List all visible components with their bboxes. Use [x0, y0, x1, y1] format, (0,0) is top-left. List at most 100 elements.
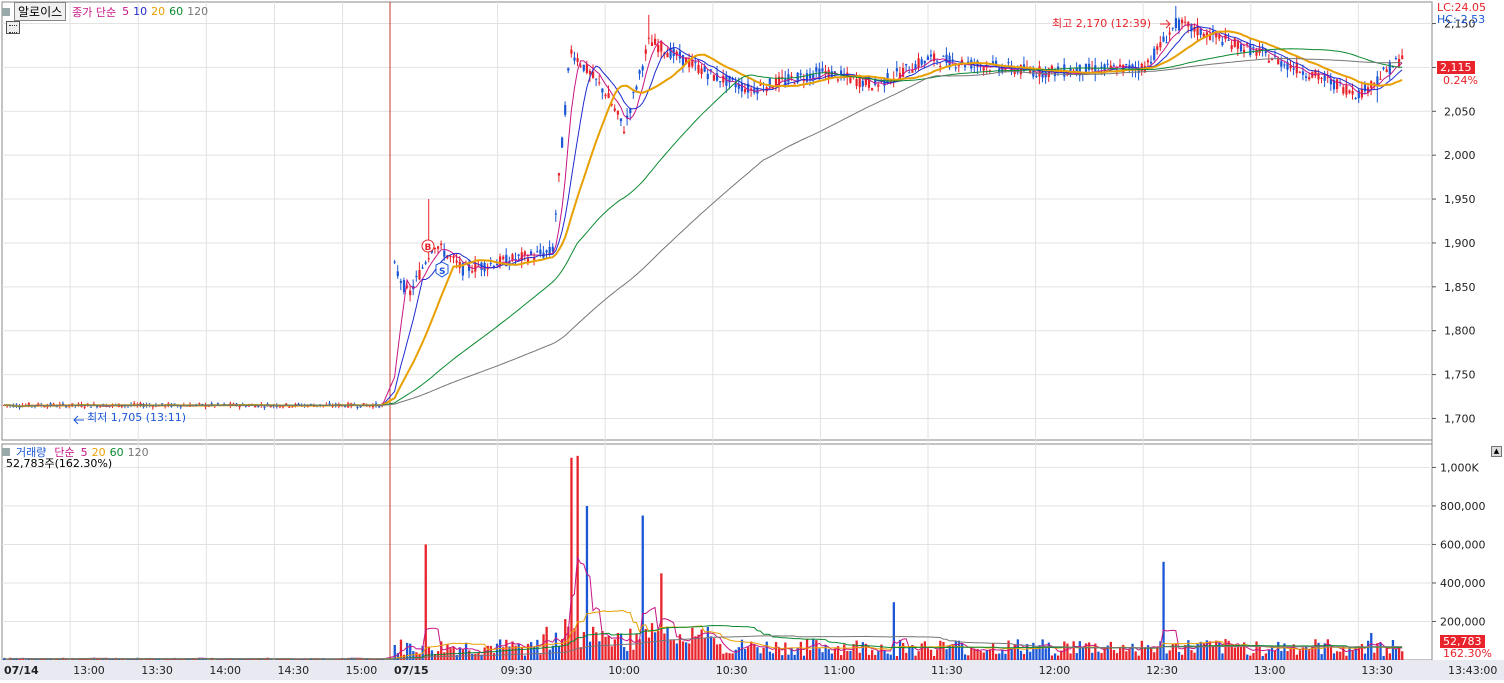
volume-bar — [738, 647, 740, 660]
volume-bar — [1265, 653, 1267, 660]
candle-body — [1181, 20, 1183, 23]
volume-bar — [995, 654, 997, 660]
candle-body — [1125, 64, 1127, 65]
volume-bar — [945, 649, 947, 660]
volume-bar — [660, 573, 662, 660]
candle-body — [1107, 64, 1109, 65]
candle-body — [415, 276, 417, 277]
candle-body — [694, 62, 696, 63]
candle-body — [443, 251, 445, 257]
candle-body — [794, 83, 796, 84]
volume-bar — [648, 638, 650, 660]
candle-body — [1237, 41, 1239, 48]
volume-bar — [806, 639, 808, 660]
candle-body — [397, 271, 399, 276]
ma-period-20: 20 — [151, 5, 165, 18]
candle-body — [1156, 46, 1158, 50]
candle-body — [859, 77, 861, 87]
candle-body — [1178, 19, 1180, 30]
candle-body — [608, 93, 610, 98]
candle-body — [1283, 65, 1285, 66]
candle-body — [1175, 18, 1177, 28]
volume-bar — [1398, 647, 1400, 660]
candle-body — [896, 68, 898, 71]
chart-canvas[interactable]: 2,1502,1002,0502,0001,9501,9001,8501,800… — [0, 0, 1504, 680]
volume-bar — [1135, 651, 1137, 660]
ma-indicator-label: 종가 단순 — [70, 4, 118, 20]
volume-bar — [465, 643, 467, 660]
panel-square-icon[interactable] — [2, 8, 10, 16]
candle-body — [1159, 42, 1161, 47]
price-tick-label: 1,800 — [1444, 325, 1476, 338]
volume-bar — [834, 649, 836, 660]
volume-bar — [1144, 648, 1146, 660]
volume-bar — [756, 647, 758, 660]
volume-bar — [747, 647, 749, 660]
candle-body — [577, 58, 579, 62]
volume-bar — [490, 646, 492, 660]
volume-bar — [639, 639, 641, 660]
volume-bar — [691, 628, 693, 660]
volume-bar — [1131, 644, 1133, 660]
volume-bar — [862, 642, 864, 660]
candle-body — [583, 65, 585, 71]
volume-bar — [1011, 648, 1013, 660]
price-legend: 알로이스 종가 단순 5 10 20 60 120 — [2, 2, 208, 21]
candle-body — [871, 88, 873, 90]
volume-bar — [363, 659, 365, 660]
volume-bar — [1076, 653, 1078, 660]
volume-bar — [1057, 656, 1059, 660]
volume-bar — [614, 639, 616, 660]
candle-body — [1401, 55, 1403, 59]
volume-bar — [511, 641, 513, 660]
candle-body — [1228, 40, 1230, 41]
volume-bar — [1249, 656, 1251, 660]
volume-bar — [415, 652, 417, 660]
price-ma-line-10 — [4, 27, 1402, 407]
candle-body — [744, 89, 746, 92]
candle-body — [1383, 68, 1385, 69]
candle-body — [849, 77, 851, 83]
volume-bar — [1125, 651, 1127, 660]
candle-body — [400, 281, 402, 283]
stock-chart[interactable]: 2,1502,1002,0502,0001,9501,9001,8501,800… — [0, 0, 1504, 680]
volume-bar — [1023, 654, 1025, 660]
candle-body — [701, 68, 703, 73]
candle-body — [1091, 69, 1093, 70]
candle-body — [800, 73, 802, 74]
volume-bar — [772, 653, 774, 660]
volume-bar — [1277, 642, 1279, 660]
candle-body — [918, 58, 920, 67]
volume-bar — [759, 653, 761, 660]
volume-bar — [1364, 654, 1366, 660]
panel-resize-icon[interactable]: ▲ — [1491, 446, 1502, 457]
volume-bar — [1113, 650, 1115, 660]
volume-bar — [598, 641, 600, 660]
volume-bar — [666, 627, 668, 660]
panel-square-icon[interactable] — [2, 448, 10, 456]
candle-body — [434, 248, 436, 249]
candle-body — [90, 407, 92, 408]
candle-body — [862, 81, 864, 87]
volume-bar — [573, 628, 575, 660]
candle-body — [964, 65, 966, 67]
volume-readout: 52,783주(162.30%) — [6, 458, 112, 470]
candle-body — [1231, 45, 1233, 49]
volume-bar — [682, 641, 684, 660]
candle-body — [1150, 62, 1152, 64]
candle-body — [558, 173, 560, 176]
volume-bar — [840, 655, 842, 660]
volume-bar — [1290, 649, 1292, 660]
volume-bar — [524, 656, 526, 660]
volume-bar — [1029, 652, 1031, 660]
volume-bar — [924, 641, 926, 660]
volume-bar — [493, 653, 495, 660]
volume-bar — [964, 654, 966, 660]
calculator-icon[interactable] — [6, 21, 20, 34]
volume-bar — [1252, 653, 1254, 660]
candle-body — [617, 111, 619, 115]
volume-bar — [1383, 656, 1385, 660]
stock-name[interactable]: 알로이스 — [14, 2, 66, 21]
vma-period-120: 120 — [128, 446, 149, 459]
candle-body — [356, 407, 358, 408]
